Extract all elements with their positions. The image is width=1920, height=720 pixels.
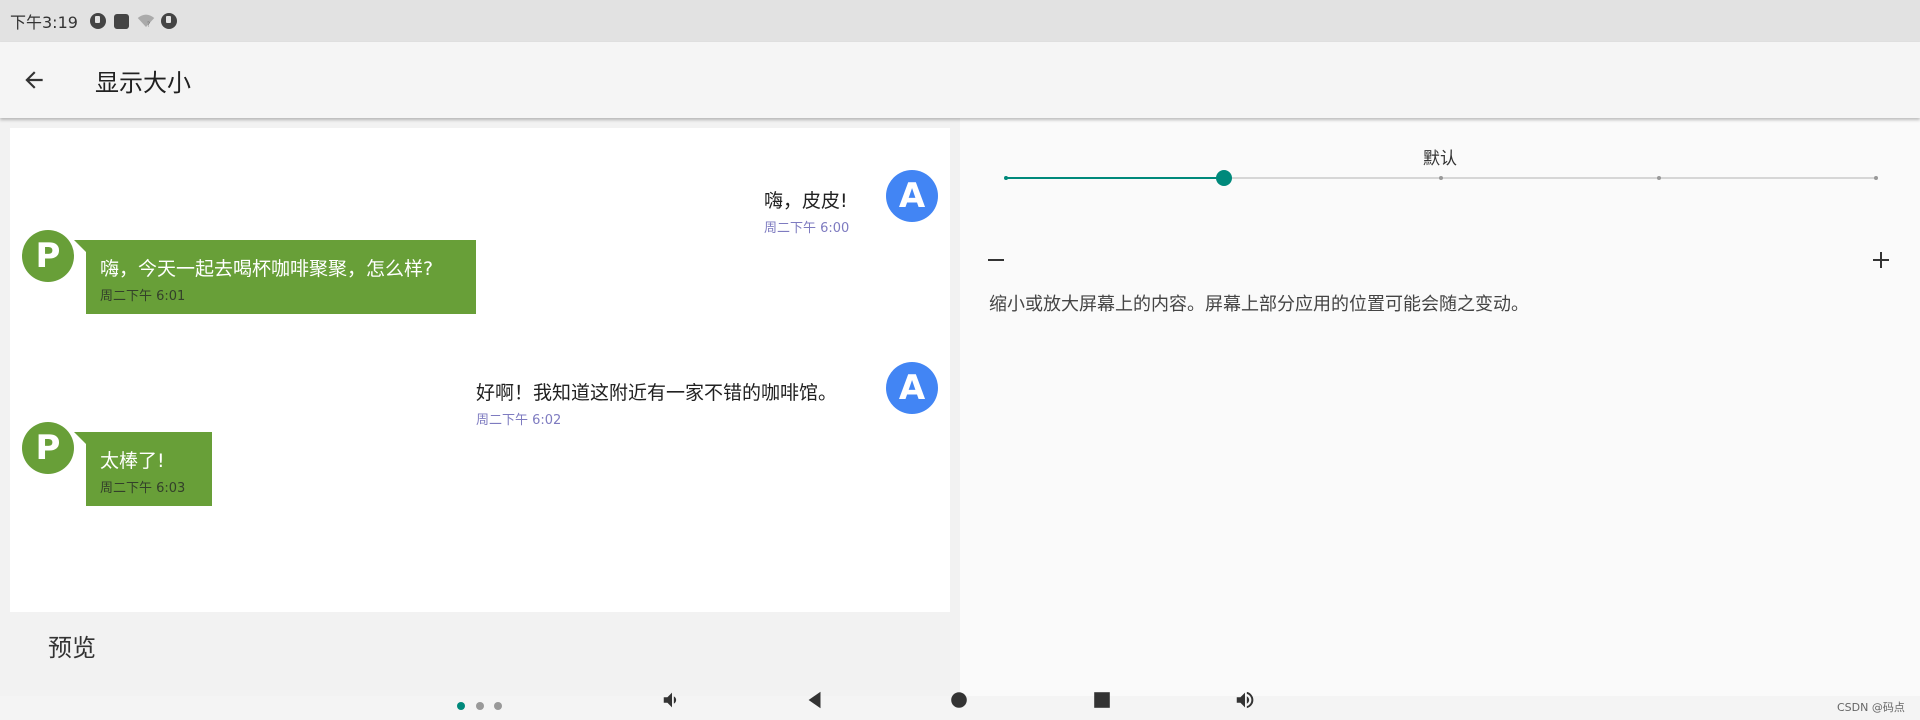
status-bar: 下午3:19 ? xyxy=(0,0,1920,42)
wifi-icon: ? xyxy=(137,13,155,29)
home-nav-button[interactable] xyxy=(945,688,973,712)
notification-square-icon xyxy=(113,13,129,29)
slider-thumb[interactable] xyxy=(1215,170,1232,186)
svg-text:?: ? xyxy=(147,20,151,28)
message-text: 太棒了! xyxy=(100,450,165,472)
slider-tick xyxy=(1004,176,1008,180)
avatar: P xyxy=(22,422,74,474)
message-outgoing: 好啊！我知道这附近有一家不错的咖啡馆。 周二下午 6:02 xyxy=(476,378,837,428)
page-title: 显示大小 xyxy=(95,68,191,97)
preview-pane: 嗨，皮皮! 周二下午 6:00 A P 嗨，今天一起去喝杯咖啡聚聚，怎么样? 周… xyxy=(0,118,960,696)
avatar: P xyxy=(22,230,74,282)
slider-fill xyxy=(1006,177,1224,179)
display-size-settings: 默认 缩小或放大屏幕上的内容。屏幕上部分应用的位置可能会随之变动。 xyxy=(960,118,1920,696)
message-outgoing: 嗨，皮皮! 周二下午 6:00 xyxy=(764,186,849,236)
home-circle-icon xyxy=(951,692,967,708)
chat-preview: 嗨，皮皮! 周二下午 6:00 A P 嗨，今天一起去喝杯咖啡聚聚，怎么样? 周… xyxy=(10,128,950,612)
decrease-size-button[interactable] xyxy=(976,240,1016,280)
plus-icon xyxy=(1873,252,1889,268)
recents-nav-button[interactable] xyxy=(1088,688,1116,712)
back-nav-button[interactable] xyxy=(801,688,829,712)
message-text: 好啊！我知道这附近有一家不错的咖啡馆。 xyxy=(476,382,838,404)
slider-tick xyxy=(1439,176,1443,180)
page-indicator-dot[interactable] xyxy=(494,702,502,710)
recents-square-icon xyxy=(1094,692,1110,708)
increase-size-button[interactable] xyxy=(1861,240,1901,280)
message-text: 嗨，今天一起去喝杯咖啡聚聚，怎么样? xyxy=(100,258,434,280)
size-description: 缩小或放大屏幕上的内容。屏幕上部分应用的位置可能会随之变动。 xyxy=(989,294,1529,315)
arrow-left-icon xyxy=(25,71,43,89)
page-indicator-dot[interactable] xyxy=(457,702,465,710)
slider-tick xyxy=(1874,176,1878,180)
page-indicator-dot[interactable] xyxy=(476,702,484,710)
message-text: 嗨，皮皮! xyxy=(764,190,848,212)
minus-icon xyxy=(988,259,1004,261)
notification-app-icon xyxy=(160,13,177,29)
volume-up-button[interactable] xyxy=(1231,688,1259,712)
message-time: 周二下午 6:01 xyxy=(100,289,186,304)
message-time: 周二下午 6:03 xyxy=(100,481,186,496)
display-size-slider[interactable] xyxy=(1004,162,1878,194)
status-time: 下午3:19 xyxy=(10,13,78,32)
slider-tick xyxy=(1656,176,1661,180)
volume-up-icon xyxy=(1236,691,1254,709)
message-time: 周二下午 6:00 xyxy=(764,221,850,236)
back-button[interactable] xyxy=(0,42,68,118)
message-time: 周二下午 6:02 xyxy=(476,413,562,428)
avatar: A xyxy=(886,362,938,414)
avatar: A xyxy=(886,170,938,222)
preview-label: 预览 xyxy=(48,634,96,662)
app-toolbar: 显示大小 xyxy=(0,42,1920,118)
back-triangle-icon xyxy=(808,691,821,709)
message-incoming: 嗨，今天一起去喝杯咖啡聚聚，怎么样? 周二下午 6:01 xyxy=(74,240,476,314)
notification-app-icon xyxy=(89,13,106,29)
watermark: CSDN @码点 xyxy=(1837,701,1905,714)
message-incoming: 太棒了! 周二下午 6:03 xyxy=(74,432,212,506)
volume-down-button[interactable] xyxy=(658,688,686,712)
volume-down-icon xyxy=(663,692,677,708)
